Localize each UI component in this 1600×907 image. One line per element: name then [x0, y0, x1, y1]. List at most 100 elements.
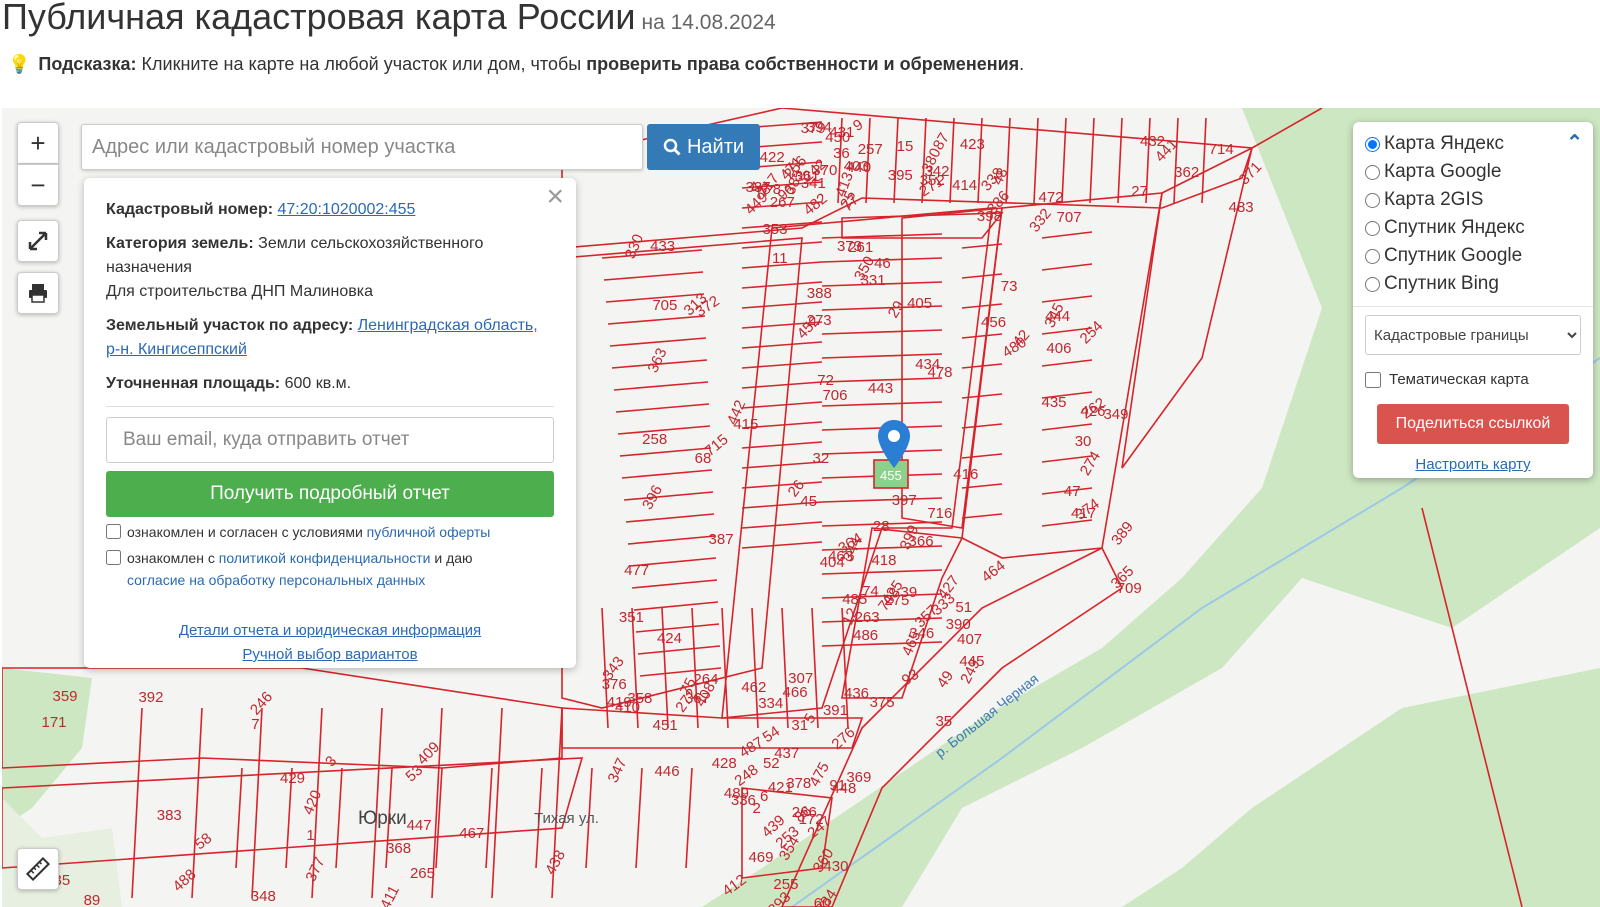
plot-number[interactable]: 8: [773, 181, 781, 198]
plot-number[interactable]: 477: [624, 562, 649, 579]
email-input[interactable]: [106, 417, 554, 463]
plot-number[interactable]: 433: [650, 238, 675, 255]
plot-number[interactable]: 469: [748, 849, 773, 866]
plot-number[interactable]: 30: [1075, 433, 1092, 450]
get-report-button[interactable]: Получить подробный отчет: [106, 471, 554, 517]
plot-number[interactable]: 36: [833, 145, 850, 162]
plot-number[interactable]: 387: [709, 531, 734, 548]
plot-number[interactable]: 463: [828, 548, 853, 565]
search-input[interactable]: [81, 124, 643, 170]
plot-number[interactable]: 422: [760, 149, 785, 166]
plot-number[interactable]: 426: [1080, 403, 1105, 420]
plot-number[interactable]: 424: [657, 630, 682, 647]
plot-number[interactable]: 456: [981, 314, 1006, 331]
layer-radio[interactable]: [1365, 164, 1380, 180]
plot-number[interactable]: 46: [874, 255, 891, 272]
plot-number[interactable]: 7: [251, 716, 259, 733]
plot-number[interactable]: 417: [1071, 505, 1096, 522]
layer-radio[interactable]: [1365, 248, 1380, 264]
layer-radio[interactable]: [1365, 192, 1380, 208]
layer-option[interactable]: Спутник Google: [1365, 242, 1581, 270]
plot-number[interactable]: 11: [772, 250, 788, 267]
plot-number[interactable]: 435: [1042, 394, 1067, 411]
close-icon[interactable]: ×: [546, 182, 564, 212]
plot-number[interactable]: 257: [858, 141, 883, 158]
plot-number[interactable]: 60: [814, 895, 831, 907]
plot-number[interactable]: 405: [907, 295, 932, 312]
plot-number[interactable]: 450: [825, 129, 850, 146]
plot-number[interactable]: 430: [823, 858, 848, 875]
consent-link[interactable]: согласие на обработку персональных данны…: [127, 572, 425, 588]
plot-number[interactable]: 91: [829, 777, 846, 794]
plot-number[interactable]: 443: [868, 380, 893, 397]
plot-number[interactable]: 440: [846, 159, 871, 176]
layer-select[interactable]: Кадастровые границы: [1365, 315, 1581, 355]
plot-number[interactable]: 444: [1045, 308, 1070, 325]
plot-number[interactable]: 261: [848, 239, 873, 256]
plot-number[interactable]: 478: [927, 364, 952, 381]
plot-number[interactable]: 418: [871, 552, 896, 569]
plot-number[interactable]: 419: [607, 694, 632, 711]
plot-number[interactable]: 388: [807, 285, 832, 302]
layer-option[interactable]: Карта Google: [1365, 158, 1581, 186]
plot-number[interactable]: 45: [800, 493, 817, 510]
plot-number[interactable]: 6: [760, 788, 768, 805]
plot-number[interactable]: 73: [1001, 278, 1018, 295]
plot-number[interactable]: 265: [410, 865, 435, 882]
fullscreen-button[interactable]: [17, 220, 59, 262]
zoom-in-button[interactable]: +: [17, 122, 59, 164]
plot-number[interactable]: 172: [799, 811, 824, 828]
plot-number[interactable]: 368: [386, 840, 411, 857]
plot-number[interactable]: 2: [752, 800, 760, 817]
plot-number[interactable]: 1: [306, 827, 314, 844]
plot-number[interactable]: 51: [955, 599, 972, 616]
report-details-link[interactable]: Детали отчета и юридическая информация: [106, 619, 554, 643]
plot-number[interactable]: 391: [823, 702, 848, 719]
plot-number[interactable]: 706: [822, 387, 847, 404]
plot-number[interactable]: 353: [762, 221, 787, 238]
plot-number[interactable]: 416: [953, 466, 978, 483]
plot-number[interactable]: 414: [952, 177, 977, 194]
layer-option[interactable]: Карта Яндекс: [1365, 130, 1581, 158]
plot-number[interactable]: 392: [138, 689, 163, 706]
plot-number[interactable]: 716: [927, 505, 952, 522]
layer-option[interactable]: Спутник Bing: [1365, 270, 1581, 298]
chevron-up-icon[interactable]: ⌃: [1566, 130, 1583, 155]
ruler-button[interactable]: [17, 848, 59, 890]
layer-radio[interactable]: [1365, 276, 1380, 292]
plot-number[interactable]: 383: [157, 807, 182, 824]
plot-number[interactable]: 89: [84, 892, 101, 907]
plot-number[interactable]: 397: [892, 492, 917, 509]
plot-number[interactable]: 35: [935, 713, 952, 730]
plot-number[interactable]: 446: [655, 763, 680, 780]
plot-number[interactable]: 39: [901, 584, 918, 601]
plot-number[interactable]: 376: [602, 676, 627, 693]
offer-checkbox[interactable]: [106, 524, 121, 539]
layer-option[interactable]: Карта 2GIS: [1365, 186, 1581, 214]
thematic-map-toggle[interactable]: Тематическая карта: [1365, 371, 1581, 388]
location-marker-icon[interactable]: [876, 418, 912, 470]
plot-number[interactable]: 74: [862, 583, 879, 600]
layer-option[interactable]: Спутник Яндекс: [1365, 214, 1581, 242]
cadastral-number-link[interactable]: 47:20:1020002:455: [278, 201, 416, 218]
share-link-button[interactable]: Поделиться ссылкой: [1377, 404, 1569, 444]
plot-number[interactable]: 483: [1229, 199, 1254, 216]
plot-number[interactable]: 334: [758, 695, 783, 712]
plot-number[interactable]: 423: [960, 136, 985, 153]
plot-number[interactable]: 255: [773, 876, 798, 893]
plot-number[interactable]: 428: [712, 755, 737, 772]
plot-number[interactable]: 395: [888, 167, 913, 184]
plot-number[interactable]: 429: [280, 770, 305, 787]
plot-number[interactable]: 489: [724, 785, 749, 802]
plot-number[interactable]: 467: [459, 825, 484, 842]
plot-number[interactable]: 351: [619, 609, 644, 626]
plot-number[interactable]: 32: [813, 450, 830, 467]
plot-number[interactable]: 705: [652, 297, 677, 314]
plot-number[interactable]: 27: [1131, 183, 1148, 200]
plot-number[interactable]: 31: [791, 717, 808, 734]
layer-radio[interactable]: [1365, 136, 1380, 152]
plot-number[interactable]: 398: [977, 208, 1002, 225]
plot-number[interactable]: 171: [41, 714, 66, 731]
print-button[interactable]: [17, 272, 59, 314]
cadastral-map[interactable]: 341 342 343 344 345 346 347 348 354 353 352 351 350 3…: [2, 108, 1600, 907]
